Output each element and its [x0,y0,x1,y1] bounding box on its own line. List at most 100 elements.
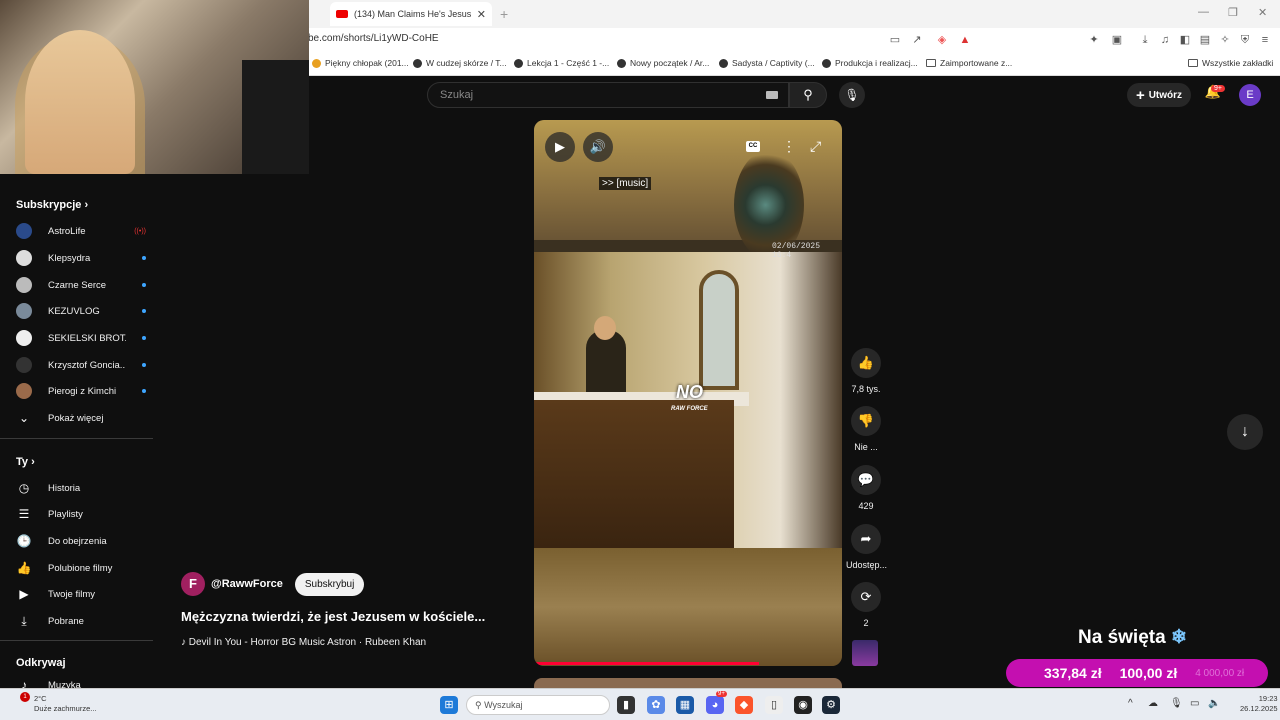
security-icon[interactable]: ⛨ [1238,33,1252,47]
sidebar-item-watch-later[interactable]: 🕒 Do obejrzenia [16,530,146,552]
share-page-icon[interactable]: ↗ [910,33,924,47]
next-short-preview[interactable] [534,678,842,688]
rewards-icon[interactable]: ▲ [958,33,972,47]
sidebar-item-astrolife[interactable]: AstroLife ((•)) [16,220,146,242]
comments-button[interactable]: 💬 429 [846,465,886,511]
mic-tray-icon[interactable]: 🎙 [1170,698,1183,709]
sidebar-item-kezuvlog[interactable]: KEZUVLOG [16,300,146,322]
obs-icon[interactable]: ◉ [794,696,812,714]
taskbar-search[interactable]: ⚲ Wyszukaj [466,695,610,715]
channel-row: F @RawwForce Subskrybuj [181,572,365,596]
vpn-icon[interactable]: ▤ [1198,33,1212,47]
bookmark-item[interactable]: Produkcja i realizacj... [822,58,918,68]
chevron-right-icon: › [31,456,35,468]
discord-icon[interactable]: ◕ [706,696,724,714]
window-close-icon[interactable]: ✕ [1258,6,1267,19]
voice-search-button[interactable]: 🎙 [839,82,865,108]
sidebar-item-klepsydra[interactable]: Klepsydra [16,247,146,269]
channel-avatar[interactable]: F [181,572,205,596]
display-tray-icon[interactable]: ▭ [1190,698,1199,709]
bookmark-item[interactable]: W cudzej skórze / T... [413,58,507,68]
close-tab-icon[interactable]: ✕ [477,8,486,21]
search-input[interactable]: Szukaj [427,82,789,108]
clock[interactable]: 19:23 26.12.2025 [1240,694,1278,714]
dislike-button[interactable]: 👎 Nie ... [846,406,886,452]
bookmark-folder[interactable]: Zaimportowane z... [926,58,1012,68]
task-view-icon[interactable]: ▮ [617,696,635,714]
sidebar-item-history[interactable]: ◷ Historia [16,477,146,499]
menu-icon[interactable]: ≡ [1258,33,1272,47]
show-more-button[interactable]: ⌄ Pokaż więcej [16,407,146,429]
cast-icon[interactable]: ▭ [888,33,902,47]
share-icon: ➦ [851,524,881,554]
tray-chevron-icon[interactable]: ^ [1128,698,1133,709]
video-progress-bar[interactable] [534,662,759,665]
dislike-label: Nie ... [854,442,878,452]
subscriptions-heading[interactable]: Subskrypcje › [16,199,88,211]
network-tray-icon[interactable]: ☁ [1148,698,1158,709]
brave-icon[interactable]: ◆ [735,696,753,714]
start-icon[interactable]: ⊞ [440,696,458,714]
fullscreen-icon[interactable]: ⤢ [810,138,821,155]
clock-icon: 🕒 [16,534,32,548]
sound-thumbnail[interactable] [852,640,878,666]
like-button[interactable]: 👍 7,8 tys. [846,348,886,394]
altar [534,400,734,548]
volume-button[interactable]: 🔊 [583,132,613,162]
share-button[interactable]: ➦ Udostęp... [846,524,887,570]
bookmark-item[interactable]: Sadysta / Captivity (... [719,58,815,68]
remix-count: 2 [863,618,869,628]
volume-tray-icon[interactable]: 🔈 [1208,698,1220,709]
steam-icon[interactable]: ⚙ [822,696,840,714]
tab-title: (134) Man Claims He's Jesus in a... [354,9,471,19]
remix-button[interactable]: ⟳ 2 [846,582,886,628]
sidebar-item-downloads[interactable]: ⤓ Pobrane [16,610,146,632]
sidebar-item-liked[interactable]: 👍 Polubione filmy [16,557,146,579]
shorts-player[interactable]: 02/06/2025 16:4 NO RAW FORCE ▶ 🔊 CC ⋮ ⤢ … [534,120,842,666]
sidebar-item-playlists[interactable]: ☰ Playlisty [16,503,146,525]
thumbs-up-icon: 👍 [16,561,32,575]
url-field[interactable]: be.com/shorts/Li1yWD-CoHE [308,33,439,44]
sidebar-item-czarne-serce[interactable]: Czarne Serce [16,274,146,296]
subscribe-button[interactable]: Subskrybuj [294,572,365,596]
sidebar-item-pierogi[interactable]: Pierogi z Kimchi [16,380,146,402]
next-video-button[interactable]: ↓ [1227,414,1263,450]
sidebar-toggle-icon[interactable]: ◧ [1178,33,1192,47]
minimize-icon[interactable]: — [1198,6,1209,18]
you-heading[interactable]: Ty › [16,456,35,468]
search-button[interactable]: ⚲ [789,82,827,108]
sidebar-item-sekielski[interactable]: SEKIELSKI BROT... [16,327,146,349]
wallet-icon[interactable]: ▣ [1110,33,1124,47]
video-timestamp: 02/06/2025 16:4 [772,242,821,260]
sidebar-item-your-videos[interactable]: ▶ Twoje filmy [16,583,146,605]
video-title[interactable]: Mężczyzna twierdzi, że jest Jezusem w ko… [181,609,485,624]
bookmark-item[interactable]: Nowy początek / Ar... [617,58,709,68]
account-avatar[interactable]: E [1239,84,1261,106]
file-icon[interactable]: ▯ [765,696,783,714]
more-options-icon[interactable]: ⋮ [782,138,796,155]
promo-banner: Na święta ❄ [1078,627,1187,648]
bookmark-item[interactable]: Piękny chłopak (201... [312,58,409,68]
keyboard-icon[interactable] [766,91,778,99]
downloads-icon[interactable]: ⤓ [1138,33,1152,47]
play-button[interactable]: ▶ [545,132,575,162]
new-tab-icon[interactable]: + [500,6,508,22]
leo-ai-icon[interactable]: ✧ [1218,33,1232,47]
store-icon[interactable]: ▦ [676,696,694,714]
extensions-icon[interactable]: ✦ [1087,33,1101,47]
all-bookmarks-folder[interactable]: Wszystkie zakładki [1188,58,1273,68]
bookmark-item[interactable]: Lekcja 1 - Część 1 -... [514,58,609,68]
music-credit[interactable]: ♪ Devil In You - Horror BG Music Astron … [181,637,426,648]
bookmark-favicon-icon [822,58,831,68]
media-icon[interactable]: ♫ [1158,33,1172,47]
create-button[interactable]: + Utwórz [1127,83,1191,107]
restore-icon[interactable]: ❐ [1228,6,1238,19]
browser-tab[interactable]: (134) Man Claims He's Jesus in a... ✕ [330,2,492,26]
sidebar-item-krzysztof[interactable]: Krzysztof Goncia... [16,354,146,376]
captions-button[interactable]: CC [746,141,760,152]
copilot-icon[interactable]: ✿ [647,696,665,714]
avatar [16,303,32,319]
folder-icon [926,59,936,67]
channel-name[interactable]: @RawwForce [211,578,283,590]
brave-shield-icon[interactable]: ◈ [935,33,949,47]
